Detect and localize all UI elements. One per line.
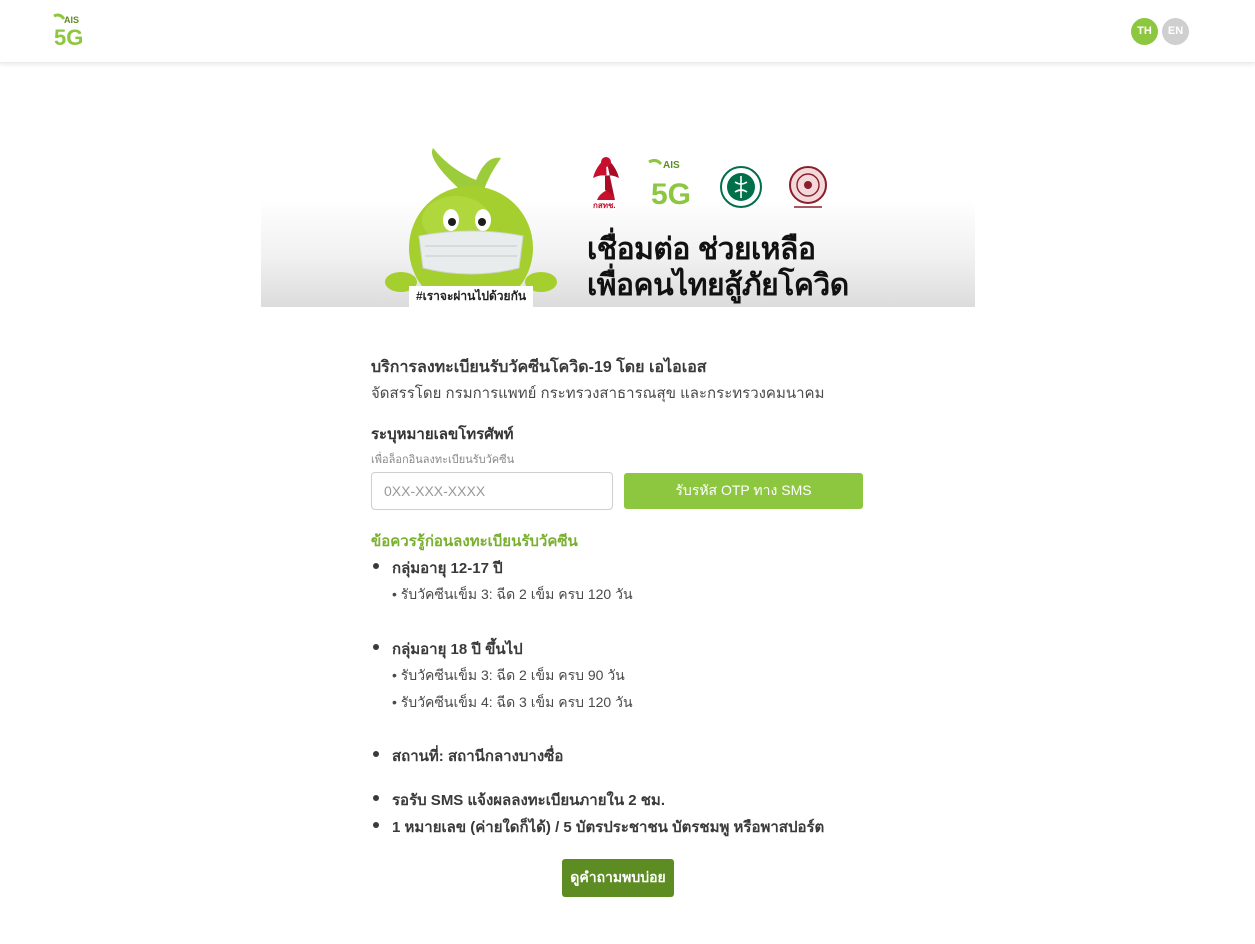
moph-emblem-icon	[720, 166, 762, 208]
group-12-17-title: กลุ่มอายุ 12-17 ปี	[373, 556, 503, 580]
ais-5g-logo[interactable]: AIS 5G	[50, 12, 84, 50]
id-notice-item: 1 หมายเลข (ค่ายใดก็ได้) / 5 บัตรประชาชน …	[372, 815, 824, 839]
group-18-plus-item: • รับวัคซีนเข็ม 4: ฉีด 3 เข็ม ครบ 120 วั…	[392, 694, 633, 710]
page-title: บริการลงทะเบียนรับวัคซีนโควิด-19 โดย เอไ…	[371, 359, 707, 376]
garuda-emblem-icon: กสทช.	[593, 157, 619, 210]
partner-logo-text: กสทช.	[593, 201, 616, 210]
logo-5g-text: 5G	[54, 25, 83, 48]
phone-label: ระบุหมายเลขโทรศัพท์	[371, 426, 514, 443]
top-header: AIS 5G TH EN	[0, 0, 1255, 63]
sms-notice-item: รอรับ SMS แจ้งผลลงทะเบียนภายใน 2 ชม.	[373, 788, 665, 812]
page-subtitle: จัดสรรโดย กรมการแพทย์ กระทรวงสาธารณสุข แ…	[371, 385, 825, 402]
group-18-plus-title: กลุ่มอายุ 18 ปี ขึ้นไป	[373, 637, 523, 661]
banner-hashtag: #เราจะผ่านไปด้วยกัน	[409, 286, 533, 307]
hero-banner: กสทช. AIS 5G เชื่อมต่อ ช่วยเหลือ เพื่อคน…	[261, 140, 975, 307]
logo-brand-text: AIS	[64, 15, 79, 25]
faq-button[interactable]: ดูคำถามพบบ่อย	[562, 859, 674, 897]
ministry-seal-icon	[789, 166, 827, 208]
svg-text:AIS: AIS	[663, 160, 680, 171]
intro-section: บริการลงทะเบียนรับวัคซีนโควิด-19 โดย เอไ…	[371, 356, 871, 408]
lang-th-button[interactable]: TH	[1131, 18, 1158, 45]
mascot-mask	[418, 230, 524, 275]
ais-logo-icon: AIS 5G	[648, 158, 691, 211]
location-item: สถานที่: สถานีกลางบางซื่อ	[372, 744, 563, 768]
info-heading: ข้อควรรู้ก่อนลงทะเบียนรับวัคซีน	[371, 533, 578, 550]
phone-help-text: เพื่อล็อกอินลงทะเบียนรับวัคซีน	[371, 454, 515, 466]
lang-en-button[interactable]: EN	[1162, 18, 1189, 45]
svg-text:5G: 5G	[651, 178, 691, 211]
request-otp-button[interactable]: รับรหัส OTP ทาง SMS	[624, 473, 863, 509]
group-18-plus-item: • รับวัคซีนเข็ม 3: ฉีด 2 เข็ม ครบ 90 วัน	[392, 667, 625, 683]
phone-input[interactable]	[371, 472, 613, 510]
group-12-17-item: • รับวัคซีนเข็ม 3: ฉีด 2 เข็ม ครบ 120 วั…	[392, 586, 633, 602]
banner-headline-line2: เพื่อคนไทยสู้ภัยโควิด	[587, 269, 849, 302]
